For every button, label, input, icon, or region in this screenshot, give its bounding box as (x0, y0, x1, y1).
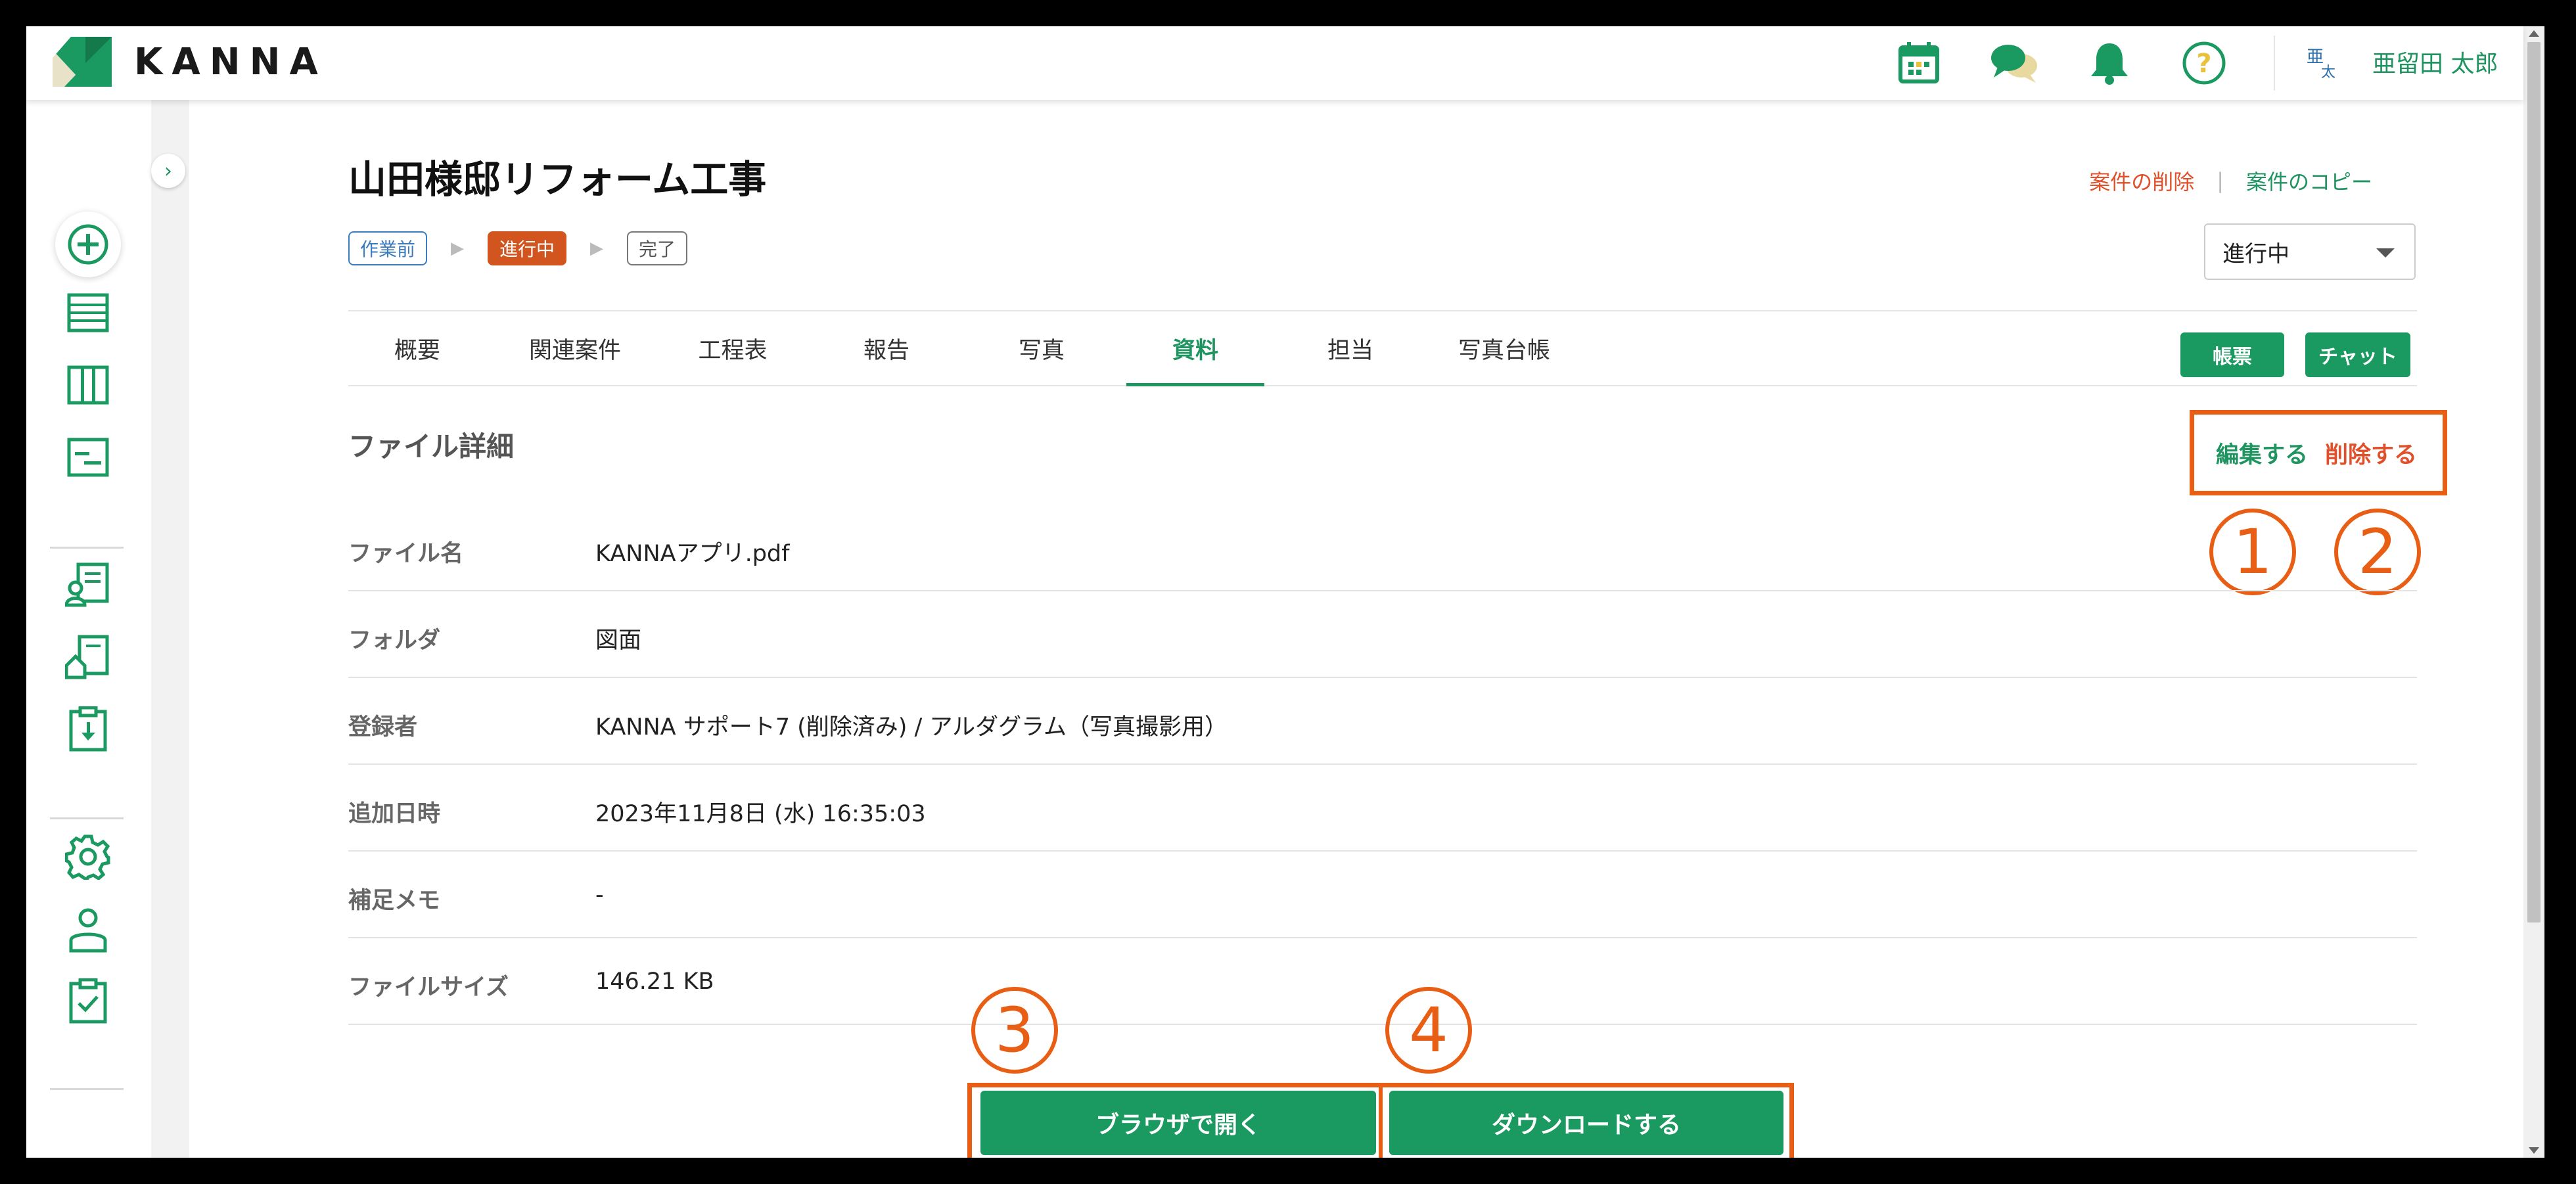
detail-label: 補足メモ (348, 888, 441, 914)
open-in-browser-button[interactable]: ブラウザで開く (980, 1091, 1376, 1155)
delete-case-link[interactable]: 案件の削除 (2089, 166, 2194, 196)
detail-row-filesize: ファイルサイズ 146.21 KB (348, 938, 2417, 1025)
bell-icon[interactable] (2084, 38, 2134, 88)
highlight-box-divider (1379, 1083, 1383, 1158)
gantt-icon[interactable] (63, 432, 113, 482)
sidebar-divider (50, 817, 124, 819)
kanna-logo[interactable]: KANNA (53, 37, 327, 87)
calendar-icon[interactable] (1894, 38, 1944, 88)
download-button[interactable]: ダウンロードする (1389, 1091, 1783, 1155)
logo-mark-icon (53, 37, 112, 87)
status-select-value: 進行中 (2222, 240, 2289, 267)
file-detail-table: ファイル名 KANNAアプリ.pdf フォルダ 図面 登録者 KANNA サポー… (348, 505, 2417, 1025)
action-separator: | (2217, 168, 2224, 193)
step-before-work: 作業前 (348, 231, 428, 265)
download-doc-icon[interactable] (63, 704, 113, 754)
tab-documents[interactable]: 資料 (1126, 311, 1264, 386)
detail-row-registrant: 登録者 KANNA サポート7 (削除済み) / アルダグラム（写真撮影用） (348, 678, 2417, 765)
annotation-marker-3: 3 (971, 987, 1058, 1074)
add-circle-icon[interactable] (55, 212, 121, 277)
top-header: KANNA ? 亜 太 亜留田 太郎 (26, 26, 2523, 100)
detail-label: ファイルサイズ (348, 974, 509, 1001)
board-icon[interactable] (63, 360, 113, 410)
tab-bar: 概要 関連案件 工程表 報告 写真 資料 担当 写真台帳 帳票 チャット (348, 310, 2417, 386)
caret-down-icon (2376, 248, 2395, 258)
step-arrow-icon: ▶ (590, 239, 604, 258)
detail-row-added-date: 追加日時 2023年11月8日 (水) 16:35:03 (348, 765, 2417, 852)
tab-assignee[interactable]: 担当 (1281, 311, 1419, 385)
detail-row-memo: 補足メモ - (348, 852, 2417, 938)
chat-button[interactable]: チャット (2305, 332, 2410, 377)
sidebar-toggle-button[interactable]: › (151, 154, 185, 188)
vertical-scrollbar[interactable] (2523, 26, 2544, 1158)
detail-value: KANNA サポート7 (削除済み) / アルダグラム（写真撮影用） (595, 714, 1228, 740)
edit-file-link[interactable]: 編集する (2216, 436, 2308, 470)
help-icon[interactable]: ? (2179, 38, 2229, 88)
avatar[interactable]: 亜 太 (2297, 39, 2345, 87)
brand-name: KANNA (134, 40, 327, 83)
scrollbar-thumb[interactable] (2527, 42, 2541, 922)
header-divider (2274, 35, 2275, 91)
building-doc-icon[interactable] (63, 632, 113, 682)
status-select[interactable]: 進行中 (2204, 223, 2416, 280)
chat-icon[interactable] (1990, 38, 2040, 88)
detail-label: 追加日時 (348, 801, 441, 827)
tab-report[interactable]: 報告 (817, 311, 955, 385)
tab-photo-ledger[interactable]: 写真台帳 (1435, 311, 1573, 385)
detail-value: KANNAアプリ.pdf (595, 541, 790, 567)
main-content: 山田様邸リフォーム工事 案件の削除 | 案件のコピー 作業前 ▶ 進行中 ▶ 完… (189, 100, 2523, 1158)
sidebar-gutter (151, 100, 189, 1158)
tab-related[interactable]: 関連案件 (506, 311, 644, 385)
detail-value: 2023年11月8日 (水) 16:35:03 (595, 801, 926, 827)
sidebar-divider (50, 547, 124, 549)
detail-label: 登録者 (348, 714, 418, 740)
avatar-char-2: 太 (2321, 64, 2336, 81)
list-icon[interactable] (63, 288, 113, 338)
detail-label: フォルダ (348, 627, 441, 654)
detail-row-filename: ファイル名 KANNAアプリ.pdf (348, 505, 2417, 591)
customer-doc-icon[interactable] (63, 560, 113, 610)
step-done: 完了 (627, 231, 688, 265)
status-steps: 作業前 ▶ 進行中 ▶ 完了 (348, 231, 688, 265)
tab-overview[interactable]: 概要 (348, 311, 486, 385)
detail-value: 146.21 KB (595, 968, 714, 995)
detail-value: 図面 (595, 627, 642, 654)
sidebar-divider (50, 1088, 124, 1090)
annotation-marker-4: 4 (1385, 987, 1472, 1074)
step-in-progress: 進行中 (488, 231, 567, 265)
gear-icon[interactable] (63, 832, 113, 882)
tab-schedule[interactable]: 工程表 (664, 311, 802, 385)
sidebar (26, 100, 151, 1158)
tab-photos[interactable]: 写真 (973, 311, 1111, 385)
scroll-up-arrow-icon[interactable] (2529, 30, 2539, 37)
report-form-button[interactable]: 帳票 (2180, 332, 2284, 377)
scroll-down-arrow-icon[interactable] (2529, 1147, 2539, 1154)
delete-file-link[interactable]: 削除する (2325, 436, 2417, 470)
chevron-right-icon: › (164, 159, 172, 183)
detail-row-folder: フォルダ 図面 (348, 591, 2417, 678)
detail-value: - (595, 882, 604, 908)
section-title: ファイル詳細 (348, 430, 515, 463)
user-name[interactable]: 亜留田 太郎 (2372, 45, 2498, 79)
copy-case-link[interactable]: 案件のコピー (2246, 166, 2372, 196)
case-actions: 案件の削除 | 案件のコピー (2089, 166, 2372, 196)
step-arrow-icon: ▶ (451, 239, 465, 258)
page-title: 山田様邸リフォーム工事 (348, 157, 767, 202)
user-icon[interactable] (63, 905, 113, 955)
app-window: KANNA ? 亜 太 亜留田 太郎 › 山田様邸リフォーム工事 案件の削除 |… (26, 26, 2544, 1158)
detail-label: ファイル名 (348, 541, 464, 567)
svg-text:?: ? (2196, 49, 2211, 79)
clipboard-check-icon[interactable] (63, 976, 113, 1026)
